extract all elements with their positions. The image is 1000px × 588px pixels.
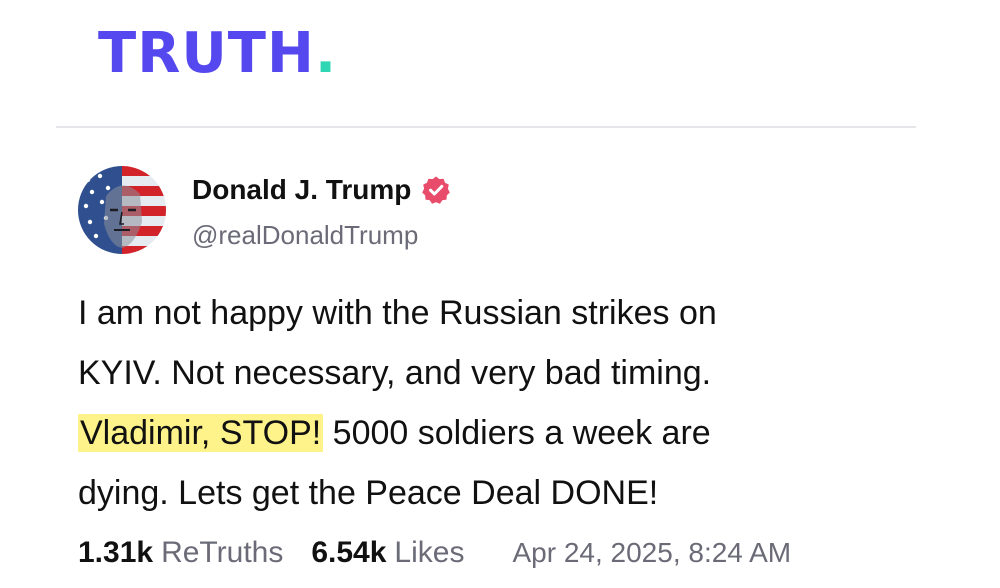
author-name-row: Donald J. Trump [192, 170, 451, 210]
retruths-count: 1.31k [78, 536, 154, 569]
author-handle[interactable]: @realDonaldTrump [192, 220, 451, 251]
logo-wordmark: TRUTH [98, 21, 315, 86]
author-name[interactable]: Donald J. Trump [192, 174, 411, 206]
likes-count: 6.54k [311, 536, 387, 569]
header-divider [56, 126, 916, 128]
likes-stat[interactable]: 6.54k Likes [311, 536, 464, 570]
post-text-line: Vladimir, STOP! 5000 soldiers a week are [78, 403, 938, 463]
post-text-line: dying. Lets get the Peace Deal DONE! [78, 474, 659, 512]
avatar-flag-portrait-icon [78, 166, 166, 254]
avatar[interactable] [78, 166, 166, 254]
post-footer: 1.31k ReTruths 6.54k Likes Apr 24, 2025, 8… [78, 536, 791, 570]
post-timestamp[interactable]: Apr 24, 2025, 8:24 AM [512, 537, 791, 569]
logo-dot: . [314, 21, 338, 86]
retruths-label: ReTruths [161, 536, 284, 569]
truth-social-logo[interactable]: TRUTH. [98, 26, 337, 82]
post-text-segment: 5000 soldiers a week are [323, 414, 711, 452]
post-author: Donald J. Trump @realDonaldTrump [192, 170, 451, 251]
post-text-line: KYIV. Not necessary, and very bad timing… [78, 354, 712, 392]
post-body: I am not happy with the Russian strikes … [78, 283, 938, 523]
highlighted-text: Vladimir, STOP! [78, 414, 324, 452]
post-text-line: I am not happy with the Russian strikes … [78, 294, 717, 332]
verified-badge-icon [422, 176, 451, 204]
retruths-stat[interactable]: 1.31k ReTruths [78, 536, 283, 570]
likes-label: Likes [394, 536, 465, 569]
